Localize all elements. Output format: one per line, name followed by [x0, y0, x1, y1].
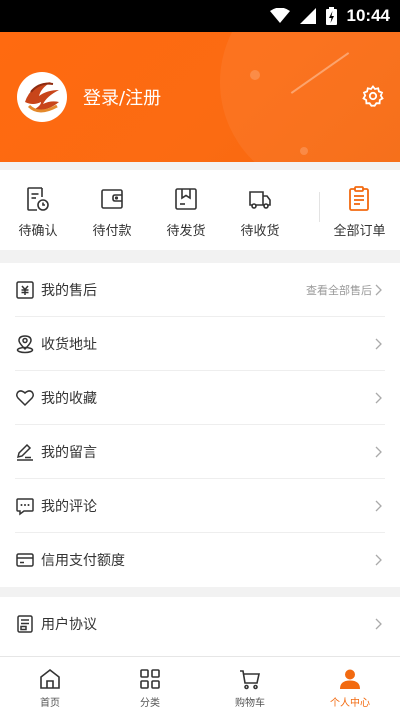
- location-pin-icon: [16, 335, 34, 354]
- order-label: 待付款: [92, 224, 132, 239]
- comment-icon: [16, 498, 34, 516]
- menu-item-address[interactable]: 收货地址: [0, 317, 400, 371]
- bottom-tab-bar: 首页 分类 购物车 个人中心: [0, 656, 400, 711]
- order-shortcuts: 待确认 待付款 待发货 待收货 全部订单: [0, 170, 400, 250]
- order-pending-payment[interactable]: 待付款: [74, 170, 150, 250]
- status-bar: 10:44: [0, 0, 400, 32]
- package-icon: [175, 188, 197, 210]
- view-all-after-sales-link[interactable]: 查看全部售后: [306, 282, 372, 298]
- menu-item-label: 我的收藏: [41, 391, 97, 407]
- gear-icon: [362, 85, 384, 107]
- order-label: 待发货: [166, 224, 206, 239]
- clock-time: 10:44: [346, 6, 390, 25]
- tab-label: 个人中心: [330, 698, 370, 709]
- tab-home[interactable]: 首页: [0, 657, 100, 711]
- heart-icon: [16, 390, 34, 407]
- header-decoration: [300, 147, 308, 155]
- tab-categories[interactable]: 分类: [100, 657, 200, 711]
- chevron-right-icon: [375, 338, 382, 350]
- menu-group-account: 我的售后 查看全部售后 收货地址 我的收藏 我的留言 我的评论 信用支付额度: [0, 263, 400, 587]
- wallet-icon: [101, 189, 123, 209]
- truck-icon: [249, 191, 271, 209]
- order-pending-confirm[interactable]: 待确认: [0, 170, 76, 250]
- chevron-right-icon: [375, 618, 382, 630]
- tab-label: 购物车: [235, 698, 265, 709]
- profile-header: 登录/注册: [0, 32, 400, 162]
- order-pending-receipt[interactable]: 待收货: [222, 170, 298, 250]
- menu-item-after-sales[interactable]: 我的售后 查看全部售后: [0, 263, 400, 317]
- menu-item-reviews[interactable]: 我的评论: [0, 479, 400, 533]
- settings-button[interactable]: [361, 84, 385, 108]
- tab-cart[interactable]: 购物车: [200, 657, 300, 711]
- tab-profile[interactable]: 个人中心: [300, 657, 400, 711]
- order-label: 全部订单: [333, 224, 386, 239]
- order-label: 待确认: [18, 224, 58, 239]
- document-icon: [17, 615, 33, 633]
- battery-charging-icon: [325, 7, 337, 25]
- menu-item-credit-limit[interactable]: 信用支付额度: [0, 533, 400, 587]
- menu-item-label: 收货地址: [41, 337, 97, 353]
- tab-label: 首页: [40, 698, 60, 709]
- menu-item-label: 用户协议: [41, 617, 97, 633]
- chevron-right-icon: [375, 392, 382, 404]
- user-icon: [340, 669, 360, 689]
- order-pending-shipment[interactable]: 待发货: [148, 170, 224, 250]
- menu-item-label: 我的售后: [41, 283, 97, 299]
- brand-logo-icon: [20, 75, 64, 119]
- shopping-cart-icon: [240, 670, 260, 690]
- chevron-right-icon: [375, 500, 382, 512]
- chevron-right-icon: [375, 446, 382, 458]
- header-decoration: [250, 70, 260, 80]
- menu-item-label: 信用支付额度: [41, 553, 125, 569]
- menu-item-messages[interactable]: 我的留言: [0, 425, 400, 479]
- chevron-right-icon: [375, 284, 382, 296]
- credit-card-icon: [16, 553, 34, 567]
- order-all[interactable]: 全部订单: [319, 170, 400, 250]
- grid-icon: [140, 669, 160, 689]
- chevron-right-icon: [375, 554, 382, 566]
- menu-group-info: 用户协议: [0, 597, 400, 656]
- wifi-icon: [269, 8, 290, 23]
- cellular-signal-icon: [299, 8, 316, 24]
- clipboard-clock-icon: [27, 187, 49, 211]
- home-icon: [40, 668, 60, 689]
- order-label: 待收货: [240, 224, 280, 239]
- pen-icon: [16, 443, 33, 461]
- tab-label: 分类: [140, 698, 160, 709]
- menu-item-favorites[interactable]: 我的收藏: [0, 371, 400, 425]
- login-register-link[interactable]: 登录/注册: [83, 84, 161, 110]
- order-list-icon: [349, 186, 369, 211]
- menu-item-label: 我的留言: [41, 445, 97, 461]
- after-sales-icon: [16, 281, 34, 299]
- menu-item-user-agreement[interactable]: 用户协议: [0, 597, 400, 651]
- menu-item-label: 我的评论: [41, 499, 97, 515]
- avatar[interactable]: [17, 72, 67, 122]
